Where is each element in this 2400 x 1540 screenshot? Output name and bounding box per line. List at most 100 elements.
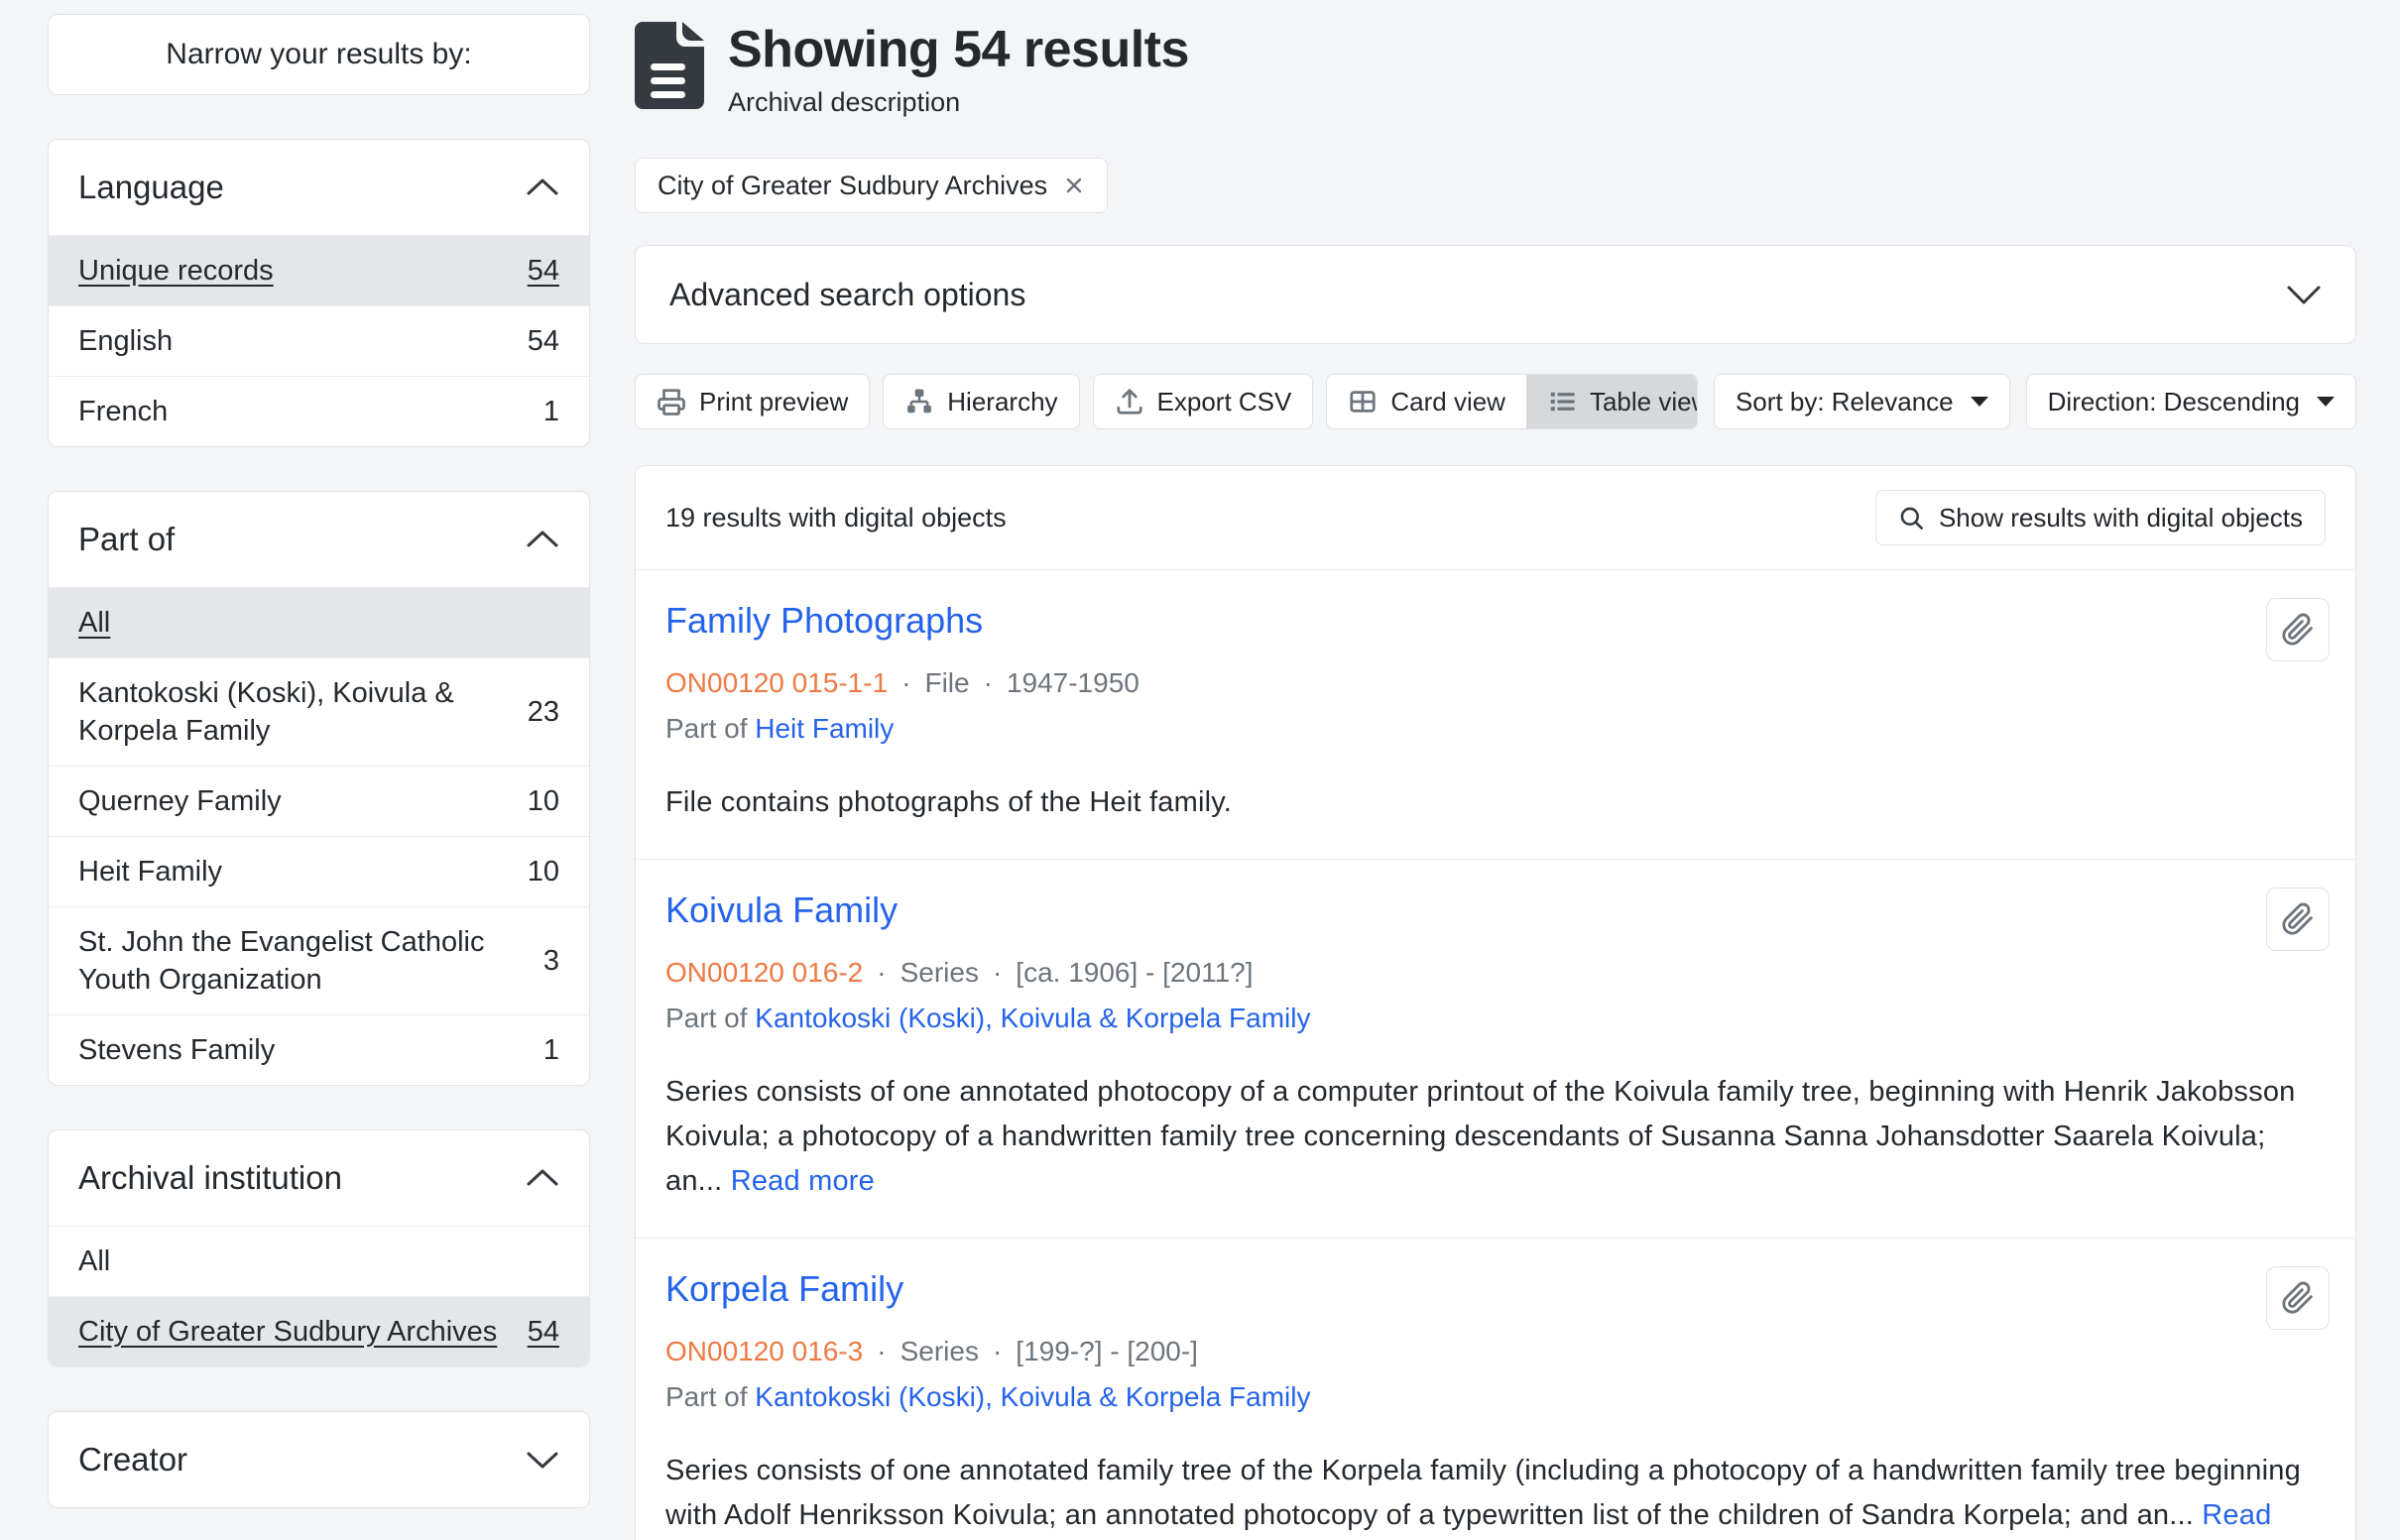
digital-objects-count: 19 results with digital objects xyxy=(665,503,1007,533)
table-view-icon xyxy=(1547,387,1577,416)
facet-item-label: Stevens Family xyxy=(78,1031,275,1069)
result-description: Series consists of one annotated photoco… xyxy=(665,1070,2326,1204)
facet-title: Language xyxy=(78,166,224,209)
hierarchy-label: Hierarchy xyxy=(947,387,1057,417)
attachment-button[interactable] xyxy=(2266,888,2330,951)
caret-down-icon xyxy=(2317,397,2335,407)
reference-code: ON00120 016-2 xyxy=(665,957,863,989)
paperclip-icon xyxy=(2281,613,2315,647)
facet-item-label: English xyxy=(78,322,173,360)
export-csv-button[interactable]: Export CSV xyxy=(1093,374,1314,429)
facet-item[interactable]: English 54 xyxy=(49,305,589,376)
meta-separator: · xyxy=(877,957,886,989)
header-text-block: Showing 54 results Archival description xyxy=(728,20,1189,118)
result-item: Koivula Family ON00120 016-2 · Series · … xyxy=(636,859,2355,1238)
facet-item-label: All xyxy=(78,604,110,642)
part-of-label: Part of xyxy=(665,1381,755,1412)
part-of-link[interactable]: Heit Family xyxy=(755,713,894,744)
facet-item[interactable]: Stevens Family 1 xyxy=(49,1014,589,1085)
facet-item[interactable]: Querney Family 10 xyxy=(49,766,589,836)
card-view-button[interactable]: Card view xyxy=(1327,375,1526,428)
paperclip-icon xyxy=(2281,1281,2315,1315)
result-title-link[interactable]: Koivula Family xyxy=(665,889,898,931)
export-csv-label: Export CSV xyxy=(1157,387,1292,417)
read-more-link[interactable]: Read more xyxy=(731,1165,875,1197)
part-of-label: Part of xyxy=(665,713,755,744)
printer-icon xyxy=(657,387,686,416)
result-meta: ON00120 015-1-1 · File · 1947-1950 xyxy=(665,667,2326,699)
direction-dropdown[interactable]: Direction: Descending xyxy=(2026,374,2356,429)
facet-header-toggle[interactable]: Language xyxy=(49,140,589,235)
facet-item[interactable]: French 1 xyxy=(49,376,589,446)
result-item: Korpela Family ON00120 016-3 · Series · … xyxy=(636,1238,2355,1540)
remove-filter-button[interactable] xyxy=(1063,175,1085,196)
result-title-link[interactable]: Family Photographs xyxy=(665,600,983,642)
facet-header-toggle[interactable]: Archival institution xyxy=(49,1130,589,1226)
facet-item[interactable]: All xyxy=(49,587,589,657)
part-of-link[interactable]: Kantokoski (Koski), Koivula & Korpela Fa… xyxy=(755,1003,1310,1033)
attachment-button[interactable] xyxy=(2266,598,2330,661)
level-of-description: File xyxy=(924,667,969,699)
facet-item-label: Unique records xyxy=(78,252,274,290)
chevron-down-icon xyxy=(2286,284,2322,305)
facet-item[interactable]: St. John the Evangelist Catholic Youth O… xyxy=(49,906,589,1014)
result-title-link[interactable]: Korpela Family xyxy=(665,1268,903,1310)
facet-cards: Language Unique records 54 English 54 Fr… xyxy=(48,139,590,1508)
facet-card: Creator xyxy=(48,1411,590,1508)
level-of-description: Series xyxy=(900,957,979,989)
facet-item[interactable]: Kantokoski (Koski), Koivula & Korpela Fa… xyxy=(49,657,589,766)
sort-by-dropdown[interactable]: Sort by: Relevance xyxy=(1714,374,2010,429)
facet-item[interactable]: City of Greater Sudbury Archives 54 xyxy=(49,1296,589,1366)
search-icon xyxy=(1898,505,1925,532)
meta-separator: · xyxy=(984,667,993,699)
reference-code: ON00120 015-1-1 xyxy=(665,667,888,699)
advanced-search-toggle[interactable]: Advanced search options xyxy=(635,245,2356,344)
attachment-button[interactable] xyxy=(2266,1266,2330,1330)
facet-item-count: 54 xyxy=(528,1313,559,1351)
dates: [ca. 1906] - [2011?] xyxy=(1016,957,1253,989)
close-icon xyxy=(1063,175,1085,196)
facet-item-count: 1 xyxy=(543,393,559,430)
facet-list: Unique records 54 English 54 French 1 xyxy=(49,235,589,446)
facet-sidebar: Narrow your results by: Language Unique … xyxy=(48,14,590,1540)
page-subtitle: Archival description xyxy=(728,87,1189,118)
view-toggle-group: Card view Table view xyxy=(1326,374,1698,429)
description-text: Series consists of one annotated photoco… xyxy=(665,1076,2296,1197)
result-item: Family Photographs ON00120 015-1-1 · Fil… xyxy=(636,569,2355,859)
facet-item[interactable]: All xyxy=(49,1226,589,1296)
chevron-up-icon xyxy=(526,530,559,549)
page-title: Showing 54 results xyxy=(728,20,1189,79)
facet-header-toggle[interactable]: Creator xyxy=(49,1412,589,1507)
part-of-link[interactable]: Kantokoski (Koski), Koivula & Korpela Fa… xyxy=(755,1381,1310,1412)
result-meta: ON00120 016-2 · Series · [ca. 1906] - [2… xyxy=(665,957,2326,989)
card-view-icon xyxy=(1348,387,1378,416)
table-view-button[interactable]: Table view xyxy=(1526,375,1698,428)
facet-item[interactable]: Heit Family 10 xyxy=(49,836,589,906)
hierarchy-button[interactable]: Hierarchy xyxy=(883,374,1079,429)
results-toolbar: Print preview Hierarchy Export CSV xyxy=(635,374,2356,429)
caret-down-icon xyxy=(1971,397,1988,407)
dates: [199-?] - [200-] xyxy=(1016,1336,1198,1367)
print-preview-button[interactable]: Print preview xyxy=(635,374,870,429)
facet-item-label: All xyxy=(78,1243,110,1280)
facet-item-count: 54 xyxy=(528,252,559,290)
show-digital-objects-button[interactable]: Show results with digital objects xyxy=(1875,490,2326,545)
facet-item-count: 23 xyxy=(528,693,559,731)
facet-item-label: Querney Family xyxy=(78,782,282,820)
meta-separator: · xyxy=(993,1336,1002,1367)
main-content: Showing 54 results Archival description … xyxy=(635,14,2356,1540)
facet-item[interactable]: Unique records 54 xyxy=(49,235,589,305)
result-meta: ON00120 016-3 · Series · [199-?] - [200-… xyxy=(665,1336,2326,1367)
results-page-header: Showing 54 results Archival description xyxy=(635,20,2356,118)
advanced-search-label: Advanced search options xyxy=(669,277,1025,313)
sidebar-title: Narrow your results by: xyxy=(48,14,590,95)
chevron-up-icon xyxy=(526,1168,559,1188)
facet-header-toggle[interactable]: Part of xyxy=(49,492,589,587)
facet-item-count: 1 xyxy=(543,1031,559,1069)
results-list: Family Photographs ON00120 015-1-1 · Fil… xyxy=(636,569,2355,1540)
facet-list: All City of Greater Sudbury Archives 54 xyxy=(49,1226,589,1366)
facet-title: Creator xyxy=(78,1438,187,1481)
result-description: File contains photographs of the Heit fa… xyxy=(665,780,2326,825)
print-preview-label: Print preview xyxy=(699,387,848,417)
sort-by-label: Sort by: Relevance xyxy=(1736,387,1954,417)
